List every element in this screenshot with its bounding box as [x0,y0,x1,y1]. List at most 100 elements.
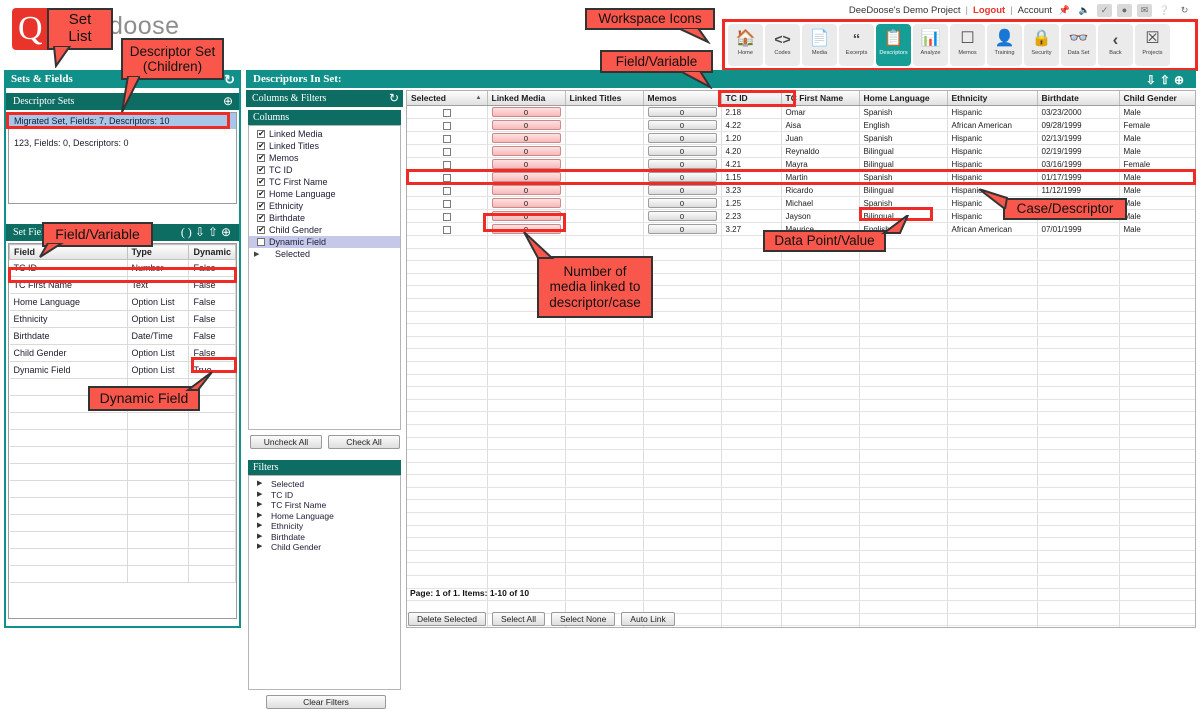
column-header-memos[interactable]: Memos [643,91,722,106]
birthdate-cell[interactable]: 02/19/1999 [1037,144,1120,158]
column-header-linked-media[interactable]: Linked Media [487,91,566,106]
row-checkbox[interactable] [442,121,451,130]
home-language-cell[interactable]: Spanish [859,196,948,210]
row-select-cell[interactable] [407,105,488,119]
table-row[interactable]: 0 0 4.21 Mayra Bilingual Hispanic 03/16/1999 Fe… [407,157,1195,171]
table-row[interactable]: 0 0 4.20 Reynaldo Bilingual Hispanic 02/19/199… [407,144,1195,158]
column-toggle-linked-titles[interactable]: Linked Titles [249,140,400,152]
home-language-cell[interactable]: Spanish [859,131,948,145]
row-select-cell[interactable] [407,118,488,132]
memos-count[interactable]: 0 [647,185,717,195]
table-row[interactable]: Child Gender Option List False [9,344,236,362]
uncheck-all-button[interactable]: Uncheck All [250,435,322,449]
workspace-item-security[interactable]: 🔒 Security [1024,24,1059,66]
workspace-item-training[interactable]: 👤 Training [987,24,1022,66]
memos-cell[interactable]: 0 [643,157,722,171]
first-name-cell[interactable]: Martin [781,170,860,184]
birthdate-cell[interactable]: 03/23/2000 [1037,105,1120,119]
row-checkbox[interactable] [442,147,451,156]
linked-media-cell[interactable]: 0 [487,105,566,119]
row-select-cell[interactable] [407,144,488,158]
first-name-cell[interactable]: Juan [781,131,860,145]
column-header-home-language[interactable]: Home Language [859,91,948,106]
row-checkbox[interactable] [442,134,451,143]
birthdate-cell[interactable]: 07/01/1999 [1037,222,1120,236]
memos-count[interactable]: 0 [647,107,717,117]
table-row[interactable]: TC First Name Text False [9,276,236,294]
ethnicity-cell[interactable]: Hispanic [947,131,1038,145]
filter-item-selected[interactable]: ▶ Selected [249,479,400,490]
refresh-icon[interactable]: ↻ [224,71,235,89]
ethnicity-cell[interactable]: African American [947,118,1038,132]
first-name-cell[interactable]: Ricardo [781,183,860,197]
gender-cell[interactable]: Male [1119,170,1195,184]
tc-id-cell[interactable]: 3.23 [721,183,782,197]
column-header-tc-first-name[interactable]: TC First Name [781,91,860,106]
birthdate-cell[interactable]: 01/17/1999 [1037,170,1120,184]
pin-icon[interactable]: 📌 [1057,4,1072,17]
gender-cell[interactable]: Male [1119,144,1195,158]
tc-id-cell[interactable]: 4.20 [721,144,782,158]
birthdate-cell[interactable]: 11/12/1999 [1037,183,1120,197]
row-checkbox[interactable] [442,173,451,182]
refresh-icon[interactable]: ↻ [389,90,399,107]
first-name-cell[interactable]: Mayra [781,157,860,171]
home-language-cell[interactable]: Bilingual [859,157,948,171]
memos-count[interactable]: 0 [647,224,717,234]
logout-link[interactable]: Logout [973,5,1005,16]
workspace-item-excerpts[interactable]: “ Excerpts [839,24,874,66]
memos-cell[interactable]: 0 [643,144,722,158]
parens-icon[interactable]: () [181,225,195,239]
row-checkbox[interactable] [442,108,451,117]
ethnicity-cell[interactable]: African American [947,222,1038,236]
gender-cell[interactable]: Male [1119,196,1195,210]
tc-id-cell[interactable]: 4.22 [721,118,782,132]
table-row[interactable]: 0 0 2.18 Omar Spanish Hispanic 03/23/2000 Male [407,105,1195,119]
filter-item-home-language[interactable]: ▶ Home Language [249,511,400,522]
column-toggle-dynamic-field[interactable]: Dynamic Field [249,236,400,248]
column-toggle-ethnicity[interactable]: Ethnicity [249,200,400,212]
clear-filters-button[interactable]: Clear Filters [266,695,386,709]
download-icon[interactable]: ⇩ [1146,73,1160,87]
plus-circle-icon[interactable]: ⊕ [221,225,234,239]
row-select-cell[interactable] [407,170,488,184]
column-toggle-tc-first-name[interactable]: TC First Name [249,176,400,188]
filter-item-ethnicity[interactable]: ▶ Ethnicity [249,521,400,532]
row-select-cell[interactable] [407,131,488,145]
delete-selected-button[interactable]: Delete Selected [408,612,487,626]
gender-cell[interactable]: Male [1119,131,1195,145]
memos-cell[interactable]: 0 [643,105,722,119]
linked-media-cell[interactable]: 0 [487,170,566,184]
memos-count[interactable]: 0 [647,172,717,182]
birthdate-cell[interactable]: 02/13/1999 [1037,131,1120,145]
tc-id-cell[interactable]: 2.18 [721,105,782,119]
columns-tree-selected[interactable]: ▶ Selected [249,248,400,260]
column-toggle-child-gender[interactable]: Child Gender [249,224,400,236]
workspace-item-dataset[interactable]: 👓 Data Set [1061,24,1096,66]
workspace-item-memos[interactable]: ☐ Memos [950,24,985,66]
column-toggle-linked-media[interactable]: Linked Media [249,128,400,140]
table-row[interactable]: 0 0 4.22 Aisa English African American 09/28/1… [407,118,1195,132]
tc-id-cell[interactable]: 1.25 [721,196,782,210]
tc-id-cell[interactable]: 1.20 [721,131,782,145]
memos-cell[interactable]: 0 [643,209,722,223]
linked-media-count[interactable]: 0 [491,159,561,169]
ethnicity-cell[interactable]: Hispanic [947,157,1038,171]
linked-media-count[interactable]: 0 [491,133,561,143]
memos-count[interactable]: 0 [647,146,717,156]
linked-media-cell[interactable]: 0 [487,144,566,158]
linked-media-count[interactable]: 0 [491,198,561,208]
select-none-button[interactable]: Select None [550,612,616,626]
linked-media-count[interactable]: 0 [491,146,561,156]
gender-cell[interactable]: Male [1119,105,1195,119]
tc-id-cell[interactable]: 2.23 [721,209,782,223]
memos-count[interactable]: 0 [647,120,717,130]
filter-item-child-gender[interactable]: ▶ Child Gender [249,542,400,553]
linked-media-count[interactable]: 0 [491,172,561,182]
table-row[interactable]: Birthdate Date/Time False [9,327,236,345]
gender-cell[interactable]: Male [1119,222,1195,236]
linked-media-cell[interactable]: 0 [487,131,566,145]
table-row[interactable]: 0 0 3.23 Ricardo Bilingual Hispanic 11/12/1999… [407,183,1195,197]
home-language-cell[interactable]: Bilingual [859,144,948,158]
column-header-ethnicity[interactable]: Ethnicity [947,91,1038,106]
